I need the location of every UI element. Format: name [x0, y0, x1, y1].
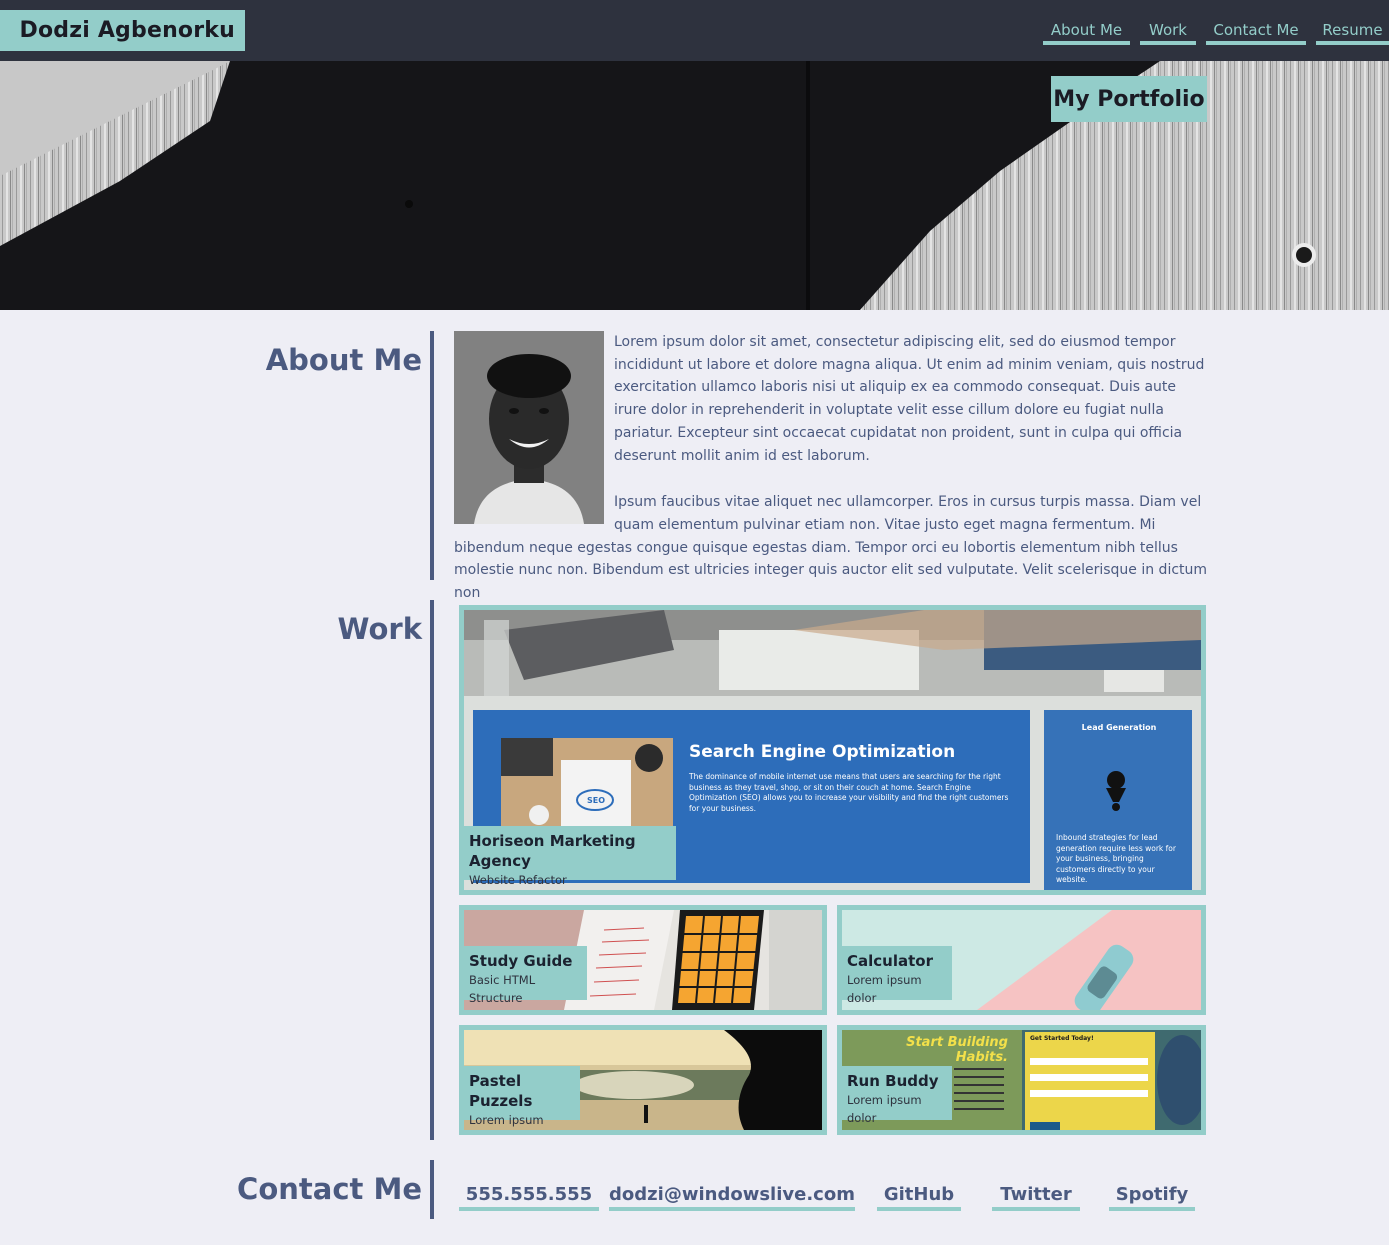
project-title: Horiseon Marketing Agency: [469, 832, 636, 870]
project-card-study-guide[interactable]: Study Guide Basic HTML Structure: [459, 905, 827, 1015]
seo-badge-text: SEO: [586, 796, 606, 805]
run-buddy-label: Run Buddy Lorem ipsum dolor: [842, 1066, 952, 1125]
contact-divider: [430, 1160, 434, 1219]
seo-title: Search Engine Optimization: [689, 742, 956, 762]
lead-generation-title: Lead Generation: [1081, 723, 1157, 732]
project-subtitle: Basic HTML Structure: [469, 973, 536, 1005]
contact-spotify-link[interactable]: Spotify: [1109, 1183, 1195, 1211]
work-heading: Work: [337, 612, 422, 646]
brand-name: Dodzi Agbenorku: [19, 18, 235, 43]
nav-resume[interactable]: Resume: [1316, 20, 1389, 45]
contact-heading: Contact Me: [237, 1172, 422, 1206]
contact-twitter-link[interactable]: Twitter: [992, 1183, 1080, 1211]
project-subtitle: Website Refactor: [469, 873, 567, 887]
nav-contact-me[interactable]: Contact Me: [1206, 20, 1306, 45]
project-card-pastel-puzzels[interactable]: Pastel Puzzels Lorem ipsum dolor: [459, 1025, 827, 1135]
work-divider: [430, 600, 434, 1140]
brand-badge[interactable]: Dodzi Agbenorku: [0, 10, 245, 51]
project-title: Run Buddy: [847, 1072, 939, 1090]
project-card-calculator[interactable]: Calculator Lorem ipsum dolor: [837, 905, 1206, 1015]
hero-banner: My Portfolio: [0, 61, 1389, 310]
calculator-label: Calculator Lorem ipsum dolor: [842, 946, 952, 1005]
about-heading: About Me: [265, 343, 422, 377]
contact-phone-link[interactable]: 555.555.555: [459, 1183, 599, 1211]
pastel-puzzels-label: Pastel Puzzels Lorem ipsum dolor: [464, 1066, 580, 1127]
project-title: Calculator: [847, 952, 933, 970]
project-subtitle: Lorem ipsum dolor: [847, 1093, 922, 1125]
project-title: Study Guide: [469, 952, 573, 970]
about-divider: [430, 331, 434, 580]
run-buddy-banner-text: Start Building Habits.: [906, 1035, 1008, 1065]
nav-about-me[interactable]: About Me: [1043, 20, 1130, 45]
lead-generation-body: Inbound strategies for lead generation r…: [1056, 833, 1176, 884]
featured-project-label: Horiseon Marketing Agency Website Refact…: [464, 826, 676, 887]
nav-work[interactable]: Work: [1140, 20, 1196, 45]
about-body: Lorem ipsum dolor sit amet, consectetur …: [454, 331, 1210, 605]
project-title: Pastel Puzzels: [469, 1072, 533, 1110]
project-subtitle: Lorem ipsum dolor: [469, 1113, 544, 1127]
study-guide-label: Study Guide Basic HTML Structure: [464, 946, 587, 1005]
contact-email-link[interactable]: dodzi@windowslive.com: [609, 1183, 855, 1211]
run-buddy-form-title: Get Started Today!: [1030, 1035, 1094, 1042]
featured-project-card[interactable]: Search Engine Optimization The dominance…: [459, 605, 1206, 895]
portfolio-title-badge: My Portfolio: [1051, 76, 1207, 122]
project-subtitle: Lorem ipsum dolor: [847, 973, 922, 1005]
project-card-run-buddy[interactable]: Start Building Habits. Get Started Today…: [837, 1025, 1206, 1135]
portfolio-title: My Portfolio: [1053, 86, 1205, 112]
site-header: Dodzi Agbenorku About Me Work Contact Me…: [0, 0, 1389, 61]
seo-body: The dominance of mobile internet use mea…: [689, 772, 1009, 813]
contact-github-link[interactable]: GitHub: [877, 1183, 961, 1211]
